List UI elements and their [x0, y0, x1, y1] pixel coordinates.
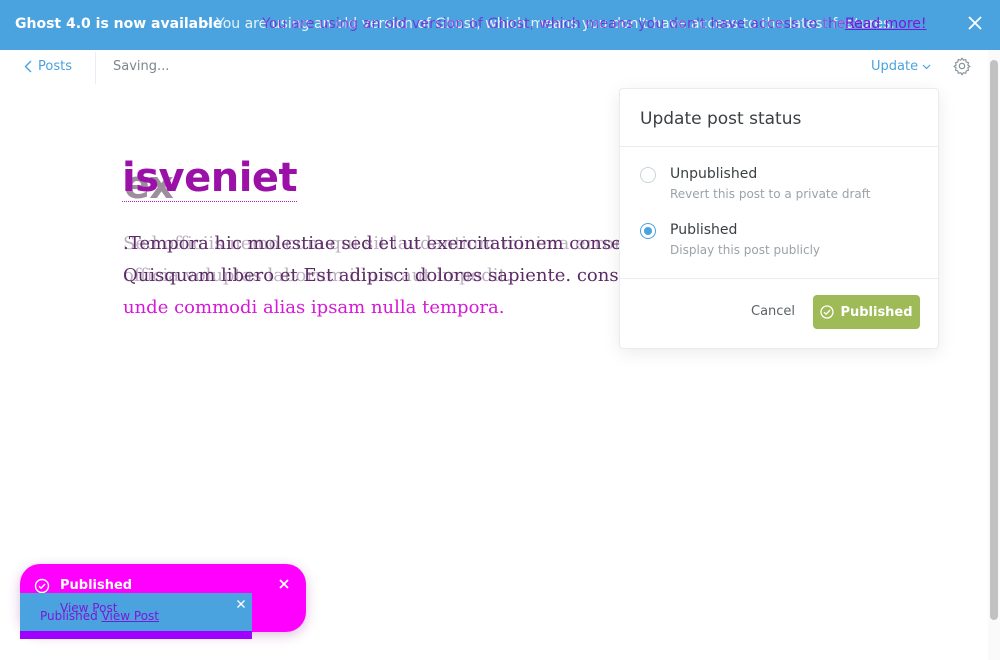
banner-dash: - — [204, 16, 210, 32]
check-circle-icon — [34, 578, 50, 594]
popover-divider — [620, 278, 938, 279]
chevron-down-icon — [922, 64, 931, 69]
upgrade-banner: Ghost 4.0 is now available - You are usi… — [0, 0, 1000, 50]
back-label: Posts — [38, 59, 72, 74]
close-icon[interactable] — [278, 578, 290, 590]
option-published[interactable]: Published Display this post publicly — [638, 222, 918, 266]
publish-status-popover: Update post status Unpublished Revert th… — [619, 88, 939, 349]
banner-message-overlay: You are using an old version of Ghost, w… — [262, 16, 862, 32]
banner-title: Ghost 4.0 is now available — [15, 16, 223, 32]
published-button-label: Published — [840, 304, 913, 320]
radio-unpublished[interactable] — [640, 167, 656, 183]
update-menu-button[interactable]: Update — [871, 59, 931, 74]
toast-overlay: View Post Published View Post — [20, 593, 252, 639]
back-to-posts-link[interactable]: Posts — [24, 59, 72, 74]
cancel-button[interactable]: Cancel — [751, 304, 795, 319]
check-circle-icon — [820, 305, 835, 319]
toast-title: Published — [60, 578, 133, 593]
gear-icon[interactable] — [952, 56, 972, 76]
option-label: Published — [670, 222, 738, 238]
published-button[interactable]: Published — [813, 295, 920, 329]
radio-published[interactable] — [640, 223, 656, 239]
editor-header: Posts Saving... Update — [0, 50, 988, 84]
close-icon[interactable] — [236, 599, 246, 609]
post-title[interactable]: ex isveniet — [122, 155, 298, 207]
popover-title: Update post status — [640, 109, 802, 129]
option-unpublished[interactable]: Unpublished Revert this post to a privat… — [638, 166, 918, 210]
post-title-text: isveniet — [122, 155, 298, 202]
header-divider — [95, 52, 96, 84]
option-description: Display this post publicly — [670, 243, 821, 257]
body-line: unde commodi alias ipsam nulla tempora. — [123, 297, 505, 318]
chevron-left-icon — [24, 60, 32, 73]
view-post-link-2[interactable]: View Post — [102, 609, 159, 623]
update-label: Update — [871, 59, 919, 74]
toast-row: Published View Post — [40, 609, 159, 623]
body-line: Quisquam libero et Est adipisci dolores … — [123, 265, 623, 286]
banner-read-more-link[interactable]: Read more! — [845, 16, 927, 32]
scrollbar-thumb[interactable] — [990, 60, 998, 620]
body-line: .Tempora hic molestiae sed et ut exercit… — [123, 233, 623, 254]
popover-divider — [620, 146, 938, 147]
close-icon[interactable] — [966, 14, 984, 32]
post-body[interactable]: .Tempora hic molestiae sed et ut exercit… — [123, 228, 623, 324]
toast-row-prefix: Published — [40, 609, 98, 623]
option-label: Unpublished — [670, 166, 758, 182]
save-status: Saving... — [113, 59, 170, 74]
page-scrollbar[interactable] — [988, 50, 1000, 660]
option-description: Revert this post to a private draft — [670, 187, 871, 201]
